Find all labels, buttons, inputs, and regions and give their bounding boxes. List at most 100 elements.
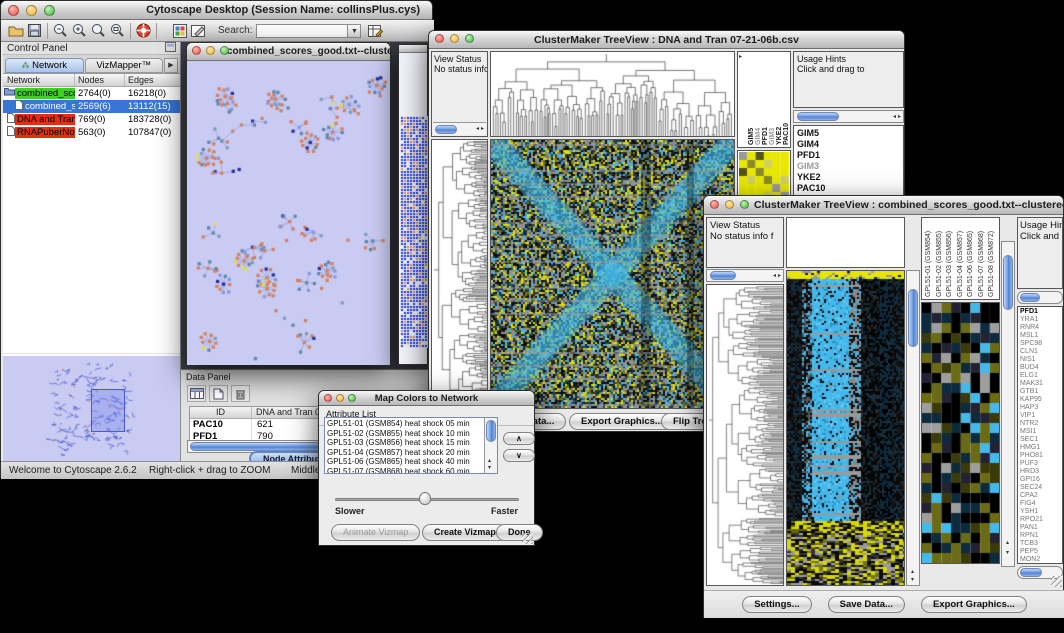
gene-label[interactable]: BUD4	[1020, 364, 1062, 372]
column-label[interactable]: GPL51-08 (GSM872)	[988, 220, 999, 297]
animate-vizmap-button[interactable]: Animate Vizmap	[331, 524, 420, 541]
scroll-left-arrow[interactable]: ◂	[476, 126, 479, 132]
attr-vscroll-thumb[interactable]	[486, 420, 496, 442]
tab-vizmapper[interactable]: VizMapper™	[85, 58, 164, 73]
close-button[interactable]	[8, 5, 19, 16]
gene-label[interactable]: RPO21	[1020, 516, 1062, 524]
overview-viewport-rect[interactable]	[91, 389, 125, 432]
zoom-in-icon[interactable]	[70, 22, 89, 39]
column-label[interactable]: PFD1	[762, 54, 769, 145]
network-table-row[interactable]: RNAPuberNov2+I563(0)107847(0)	[3, 126, 180, 139]
network-name-cell[interactable]: combined_sco	[23, 101, 75, 112]
network-window-titlebar[interactable]: combined_scores_good.txt--cluste...	[187, 43, 390, 61]
gene-label[interactable]: GTB1	[1020, 388, 1062, 396]
scroll-down-arrow[interactable]: ▾	[488, 465, 491, 471]
column-label[interactable]: GIM5	[748, 54, 755, 145]
column-label[interactable]: GPL51-03 (GSM856)	[946, 220, 957, 297]
gene-label[interactable]: YRA1	[1020, 316, 1062, 324]
tv1-hints-hscroll-thumb[interactable]	[797, 112, 839, 121]
help-lifebuoy-icon[interactable]	[134, 22, 153, 39]
zoom-out-icon[interactable]	[51, 22, 70, 39]
network-name-cell[interactable]: combined_scores	[15, 88, 75, 99]
gene-label[interactable]: PHO81	[1020, 452, 1062, 460]
scroll-left-arrow[interactable]: ◂	[773, 273, 776, 279]
gene-label[interactable]: YKE2	[797, 172, 903, 183]
move-down-button[interactable]: ∨	[503, 449, 535, 462]
gene-label[interactable]: PUF3	[1020, 460, 1062, 468]
zoom-actual-icon[interactable]	[89, 22, 108, 39]
annotation-icon[interactable]	[189, 22, 208, 39]
close-button[interactable]	[435, 34, 444, 43]
minimize-button[interactable]	[725, 200, 734, 209]
attribute-item[interactable]: GPL51-07 (GSM868) heat shock 60 min	[327, 467, 495, 474]
tv1-titlebar[interactable]: ClusterMaker TreeView : DNA and Tran 07-…	[429, 31, 904, 49]
network-table-row[interactable]: DNA and Tran 07769(0)183728(0)	[3, 113, 180, 126]
gene-label[interactable]: MAK31	[1020, 380, 1062, 388]
gene-label[interactable]: ELG1	[1020, 372, 1062, 380]
gene-label[interactable]: GIM5	[797, 128, 903, 139]
attribute-item[interactable]: GPL51-01 (GSM854) heat shock 05 min	[327, 419, 495, 429]
resize-grip[interactable]	[1051, 576, 1062, 587]
minimize-button[interactable]	[26, 5, 37, 16]
settings-button[interactable]: Settings...	[742, 596, 811, 613]
tv2-heatmap-vscrollbar[interactable]: ▴ ▾	[906, 270, 920, 586]
tv2-hints-hscrollbar[interactable]	[1017, 291, 1063, 304]
save-icon[interactable]	[25, 22, 44, 39]
gene-label[interactable]: PAN1	[1020, 524, 1062, 532]
gene-label[interactable]: CPA2	[1020, 492, 1062, 500]
resize-grip[interactable]	[522, 533, 533, 544]
gene-label[interactable]: YSH1	[1020, 508, 1062, 516]
close-button[interactable]	[324, 394, 332, 402]
scroll-up-arrow[interactable]: ▴	[911, 569, 914, 575]
gene-label[interactable]: NTR2	[1020, 420, 1062, 428]
column-label[interactable]: GPL51-02 (GSM855)	[936, 220, 947, 297]
column-label[interactable]: GPL51-06 (GSM865)	[967, 220, 978, 297]
gene-label[interactable]: RNR4	[1020, 324, 1062, 332]
column-label[interactable]: GPL51-04 (GSM857)	[957, 220, 968, 297]
search-input[interactable]	[256, 24, 348, 38]
search-dropdown-arrow[interactable]: ▼	[348, 24, 361, 38]
zoom-button[interactable]	[740, 200, 749, 209]
column-label[interactable]: GPL51-01 (GSM854)	[925, 220, 936, 297]
gene-label[interactable]: PFD1	[1020, 308, 1062, 316]
gene-label[interactable]: KAP95	[1020, 396, 1062, 404]
gene-label[interactable]: MSI1	[1020, 428, 1062, 436]
tv1-status-hscrollbar[interactable]: ◂▸	[433, 122, 486, 135]
animation-slider-thumb[interactable]	[419, 492, 431, 505]
gene-label[interactable]: VIP1	[1020, 412, 1062, 420]
column-label[interactable]: GPL51-07 (GSM868)	[978, 220, 989, 297]
main-titlebar[interactable]: Cytoscape Desktop (Session Name: collins…	[1, 1, 432, 20]
gene-label[interactable]: FIG4	[1020, 500, 1062, 508]
minimize-button[interactable]	[206, 46, 215, 55]
col-header-network[interactable]: Network	[3, 74, 75, 86]
tv1-hints-hscrollbar[interactable]: ◂▸	[793, 110, 904, 123]
tv2-detail-heatmap[interactable]	[921, 302, 1000, 564]
tv1-row-dendrogram[interactable]	[431, 139, 488, 409]
save-data-button[interactable]: Save Data...	[828, 596, 905, 613]
attribute-item[interactable]: GPL51-06 (GSM865) heat shock 40 min	[327, 457, 495, 467]
minimize-button[interactable]	[450, 34, 459, 43]
tv2-gene-vscroll-thumb[interactable]	[1003, 255, 1013, 310]
tv2-column-dendrogram[interactable]	[786, 217, 905, 268]
network-table-row[interactable]: combined_sco2569(6)13112(15)	[3, 100, 180, 113]
gene-label[interactable]: PFD1	[797, 150, 903, 161]
scroll-right-arrow[interactable]: ▸	[739, 54, 742, 60]
tv2-gene-vscrollbar[interactable]: ▴ ▾	[1001, 241, 1015, 567]
gene-label[interactable]: CLN1	[1020, 348, 1062, 356]
open-file-icon[interactable]	[6, 22, 25, 39]
column-label[interactable]: GIM4	[755, 54, 762, 145]
attribute-table-icon[interactable]	[187, 385, 206, 402]
gene-label[interactable]: GIM4	[797, 139, 903, 150]
tv2-status-hscrollbar[interactable]: ◂▸	[706, 269, 784, 282]
gene-label[interactable]: HAP3	[1020, 404, 1062, 412]
tv2-row-dendrogram[interactable]	[706, 284, 784, 586]
scroll-right-arrow[interactable]: ▸	[778, 273, 781, 279]
scroll-up-arrow[interactable]: ▴	[488, 458, 491, 464]
zoom-fit-icon[interactable]	[108, 22, 127, 39]
close-button[interactable]	[192, 46, 201, 55]
scroll-right-arrow[interactable]: ▸	[481, 126, 484, 132]
network-table-row[interactable]: combined_scores2764(0)16218(0)	[3, 87, 180, 100]
attribute-list-vscrollbar[interactable]: ▴ ▾	[484, 418, 497, 473]
dialog-titlebar[interactable]: Map Colors to Network	[319, 391, 534, 406]
gene-label[interactable]: SEC1	[1020, 436, 1062, 444]
